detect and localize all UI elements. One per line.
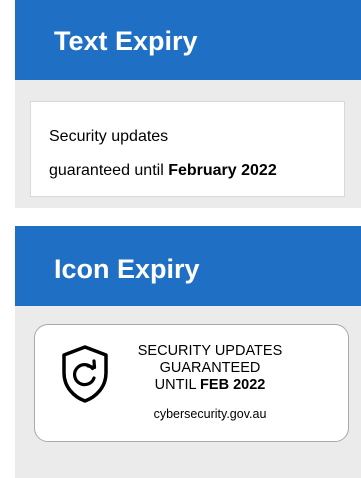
security-updates-line: SECURITY UPDATES: [137, 343, 283, 359]
icon-expiry-date: FEB 2022: [200, 377, 266, 393]
icon-expiry-text: SECURITY UPDATES GUARANTEED UNTIL FEB 20…: [135, 343, 285, 423]
icon-expiry-title: Icon Expiry: [15, 226, 361, 306]
until-prefix: UNTIL: [154, 377, 201, 393]
text-expiry-line1: Security updates: [49, 128, 169, 145]
text-expiry-date: February 2022: [168, 162, 277, 179]
cybersecurity-url: cybersecurity.gov.au: [153, 407, 267, 421]
shield-refresh-icon: [62, 345, 108, 403]
text-expiry-panel: Text Expiry Security updates guaranteed …: [15, 0, 361, 208]
icon-expiry-label: SECURITY UPDATES GUARANTEED UNTIL FEB 20…: [34, 324, 349, 442]
text-expiry-guaranteed-until: guaranteed until: [49, 162, 169, 179]
guaranteed-line: GUARANTEED: [159, 360, 261, 376]
icon-expiry-panel: Icon Expiry SECURITY UPDATES GUARANTEED …: [15, 226, 361, 478]
until-line: UNTIL FEB 2022: [135, 377, 285, 394]
text-expiry-title: Text Expiry: [15, 0, 361, 80]
text-expiry-line2: guaranteed until February 2022: [49, 154, 344, 188]
text-expiry-label: Security updates guaranteed until Februa…: [30, 101, 345, 197]
